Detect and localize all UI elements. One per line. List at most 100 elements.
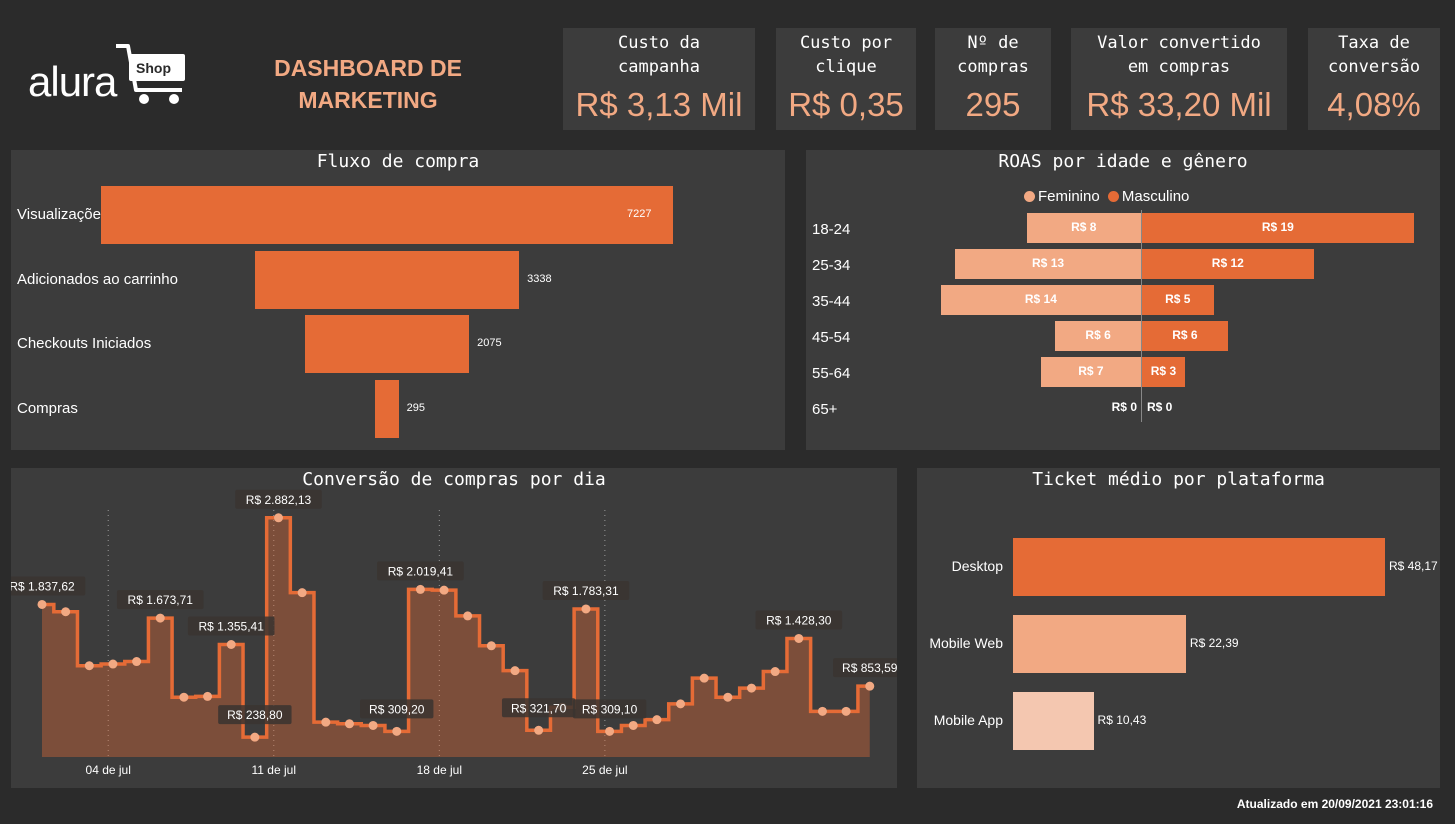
roas-age-label: 55-64	[812, 365, 851, 382]
annotation-label: R$ 1.355,41	[199, 620, 265, 634]
data-point	[534, 725, 544, 735]
kpi-label: Taxa de conversão	[1327, 33, 1421, 77]
funnel-panel: Fluxo de compra Visualizações por página…	[11, 150, 785, 450]
x-tick-label: 18 de jul	[417, 763, 462, 777]
data-point	[84, 661, 94, 671]
roas-value-masculino: R$ 3	[1150, 364, 1177, 378]
data-point	[415, 584, 425, 594]
data-point	[226, 640, 236, 650]
kpi-taxa-conversao: Taxa de conversão 4,08%	[1308, 28, 1440, 130]
funnel-bar[interactable]	[101, 186, 673, 244]
kpi-label: Custo por clique	[799, 33, 893, 77]
data-point	[344, 719, 354, 729]
kpi-value: R$ 0,35	[788, 86, 904, 123]
roas-value-feminino: R$ 13	[1032, 256, 1065, 270]
logo-badge: Shop	[136, 60, 171, 76]
roas-value-masculino: R$ 0	[1147, 400, 1173, 414]
data-point	[605, 726, 615, 736]
data-point	[676, 699, 686, 709]
roas-value-feminino: R$ 14	[1024, 292, 1057, 306]
data-point	[486, 641, 496, 651]
kpi-value: 295	[965, 86, 1021, 123]
funnel-value-label: 295	[406, 401, 426, 414]
data-point	[203, 691, 213, 701]
roas-value-feminino: R$ 8	[1071, 220, 1097, 234]
ticket-bar[interactable]	[1013, 538, 1385, 596]
roas-value-masculino: R$ 19	[1261, 220, 1294, 234]
data-point	[747, 683, 756, 693]
conversion-chart: 04 de jul 11 de jul 18 de jul 25 de jul R$ 1…	[11, 489, 897, 777]
funnel-category-label: Checkouts Iniciados	[17, 335, 152, 352]
roas-age-label: 25-34	[812, 257, 851, 274]
data-point	[37, 599, 47, 609]
roas-age-label: 35-44	[812, 293, 851, 310]
dashboard-title-line2: MARKETING	[298, 87, 438, 113]
ticket-panel: Ticket médio por plataforma Desktop R$ 48…	[917, 468, 1440, 788]
kpi-custo-campanha: Custo da campanha R$ 3,13 Mil	[563, 28, 755, 130]
funnel-bar[interactable]	[254, 250, 520, 309]
ticket-value-label: R$ 22,39	[1189, 636, 1239, 650]
conversion-panel: Conversão de compras por dia 04 de jul 11…	[11, 468, 897, 788]
roas-title: ROAS por idade e gênero	[998, 151, 1248, 172]
data-point	[817, 706, 827, 716]
data-point	[61, 607, 71, 617]
data-point	[439, 585, 449, 595]
area-fill	[42, 517, 870, 757]
annotation-label: R$ 1.428,30	[766, 613, 832, 627]
ticket-platform-label: Desktop	[951, 558, 1003, 574]
data-point	[463, 611, 473, 621]
legend-masculino-swatch	[1107, 191, 1119, 202]
data-point	[274, 513, 283, 523]
ticket-bar[interactable]	[1013, 615, 1186, 673]
funnel-title: Fluxo de compra	[316, 151, 480, 172]
kpi-label: Nº de compras	[957, 33, 1029, 77]
funnel-category-label: Compras	[17, 399, 78, 417]
roas-age-label: 18-24	[812, 221, 851, 238]
funnel-category-label: Adicionados ao carrinho	[17, 270, 178, 288]
data-point	[699, 673, 709, 683]
funnel-value-label: 3338	[527, 272, 552, 285]
updated-timestamp: Atualizado em 20/09/2021 23:01:16	[1236, 797, 1433, 811]
data-point	[368, 720, 378, 730]
dashboard-title-line1: DASHBOARD DE	[274, 55, 462, 81]
x-tick-label: 11 de jul	[252, 763, 296, 777]
data-point	[723, 692, 733, 702]
data-point	[865, 681, 875, 691]
ticket-platform-label: Mobile App	[933, 712, 1003, 728]
annotation-label: R$ 1.783,31	[553, 584, 619, 598]
roas-legend: Feminino Masculino	[1024, 188, 1189, 205]
data-point	[392, 726, 402, 736]
kpi-valor-convertido: Valor convertido em compras R$ 33,20 Mil	[1071, 28, 1287, 130]
ticket-value-label: R$ 48,17	[1389, 559, 1438, 573]
ticket-bar[interactable]	[1013, 692, 1094, 750]
funnel-bar[interactable]	[304, 315, 470, 373]
kpi-custo-clique: Custo por clique R$ 0,35	[776, 28, 916, 130]
data-point	[108, 659, 118, 669]
annotation-label: R$ 2.019,41	[388, 564, 454, 578]
roas-value-feminino: R$ 6	[1085, 328, 1111, 342]
ticket-platform-label: Mobile Web	[929, 635, 1003, 651]
roas-age-label: 65+	[812, 401, 838, 418]
annotation-label: R$ 853,59	[842, 661, 897, 675]
roas-value-feminino: R$ 7	[1078, 364, 1104, 378]
data-point	[581, 604, 591, 614]
data-point	[132, 657, 142, 667]
kpi-label: Valor convertido em compras	[1097, 33, 1261, 77]
funnel-value-label: 7227	[627, 208, 652, 220]
funnel-bar[interactable]	[375, 379, 399, 438]
roas-value-masculino: R$ 12	[1211, 256, 1244, 270]
logo: alura Shop	[28, 42, 188, 112]
ticket-value-label: R$ 10,43	[1097, 713, 1147, 727]
data-point	[770, 667, 780, 677]
kpi-value: 4,08%	[1327, 86, 1421, 123]
roas-value-masculino: R$ 6	[1172, 328, 1198, 342]
x-tick-label: 25 de jul	[582, 763, 627, 777]
ticket-title: Ticket médio por plataforma	[1032, 469, 1325, 490]
legend-feminino: Feminino	[1038, 188, 1100, 205]
data-point	[321, 717, 331, 727]
data-point	[841, 706, 851, 716]
annotation-label: R$ 238,80	[227, 708, 283, 722]
data-point	[297, 588, 307, 598]
roas-value-feminino: R$ 0	[1111, 400, 1137, 414]
legend-masculino: Masculino	[1121, 188, 1190, 205]
